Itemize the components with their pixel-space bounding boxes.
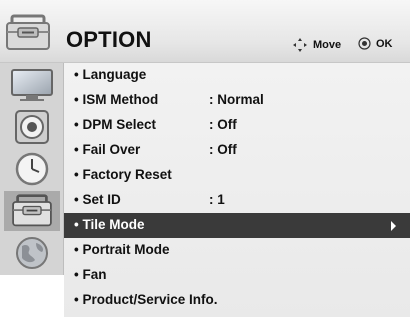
submenu-arrow-icon: [391, 221, 396, 231]
menu-item-label: • Fail Over: [74, 142, 141, 157]
sidebar-item-picture[interactable]: [4, 65, 60, 105]
audio-icon: [15, 110, 49, 144]
ok-hint-label: OK: [376, 37, 393, 50]
option-toolbox-icon: [12, 194, 52, 227]
category-sidebar: [0, 63, 64, 275]
menu-item-label: • Portrait Mode: [74, 242, 170, 257]
menu-item-label: • Product/Service Info.: [74, 292, 218, 307]
sidebar-item-network[interactable]: [4, 233, 60, 273]
sidebar-footer-blank: [0, 275, 63, 317]
menu-item-label: • DPM Select: [74, 117, 157, 132]
menu-item-dpm-select[interactable]: • DPM Select : Off: [64, 113, 410, 138]
menu-item-product-service-info[interactable]: • Product/Service Info.: [64, 288, 410, 313]
menu-item-set-id[interactable]: • Set ID : 1: [64, 188, 410, 213]
menu-item-fail-over[interactable]: • Fail Over : Off: [64, 138, 410, 163]
menu-item-language[interactable]: • Language: [64, 63, 410, 88]
option-toolbox-icon: [2, 11, 54, 55]
page-title: OPTION: [66, 27, 152, 52]
menu-item-ism-method[interactable]: • ISM Method : Normal: [64, 88, 410, 113]
option-menu-list: • Language • ISM Method : Normal • DPM S…: [64, 63, 410, 317]
menu-item-value: : 1: [209, 192, 225, 207]
network-globe-icon: [16, 237, 48, 269]
menu-item-factory-reset[interactable]: • Factory Reset: [64, 163, 410, 188]
menu-item-label: • Tile Mode: [74, 217, 145, 232]
time-icon: [15, 152, 49, 186]
menu-item-portrait-mode[interactable]: • Portrait Mode: [64, 238, 410, 263]
menu-item-label: • Fan: [74, 267, 107, 282]
move-hint-label: Move: [313, 39, 342, 51]
menu-item-value: : Normal: [209, 92, 264, 107]
menu-item-label: • Language: [74, 67, 147, 82]
menu-item-tile-mode[interactable]: • Tile Mode: [64, 213, 410, 238]
osd-menu: OPTION Move OK • Language • ISM Method:…: [0, 0, 410, 317]
menu-item-label: • ISM Method: [74, 92, 159, 107]
ok-circle-icon: [358, 37, 371, 50]
menu-header: OPTION Move OK: [0, 0, 410, 63]
menu-item-label: • Factory Reset: [74, 167, 172, 182]
ok-hint: OK: [358, 37, 393, 50]
sidebar-item-time[interactable]: [4, 149, 60, 189]
picture-icon: [11, 69, 53, 101]
menu-item-label: • Set ID: [74, 192, 121, 207]
sidebar-item-audio[interactable]: [4, 107, 60, 147]
move-arrows-icon: [293, 38, 307, 52]
menu-item-fan[interactable]: • Fan: [64, 263, 410, 288]
move-hint: Move: [292, 37, 341, 53]
sidebar-item-option[interactable]: [4, 191, 60, 231]
menu-item-value: : Off: [209, 142, 237, 157]
menu-item-value: : Off: [209, 117, 237, 132]
